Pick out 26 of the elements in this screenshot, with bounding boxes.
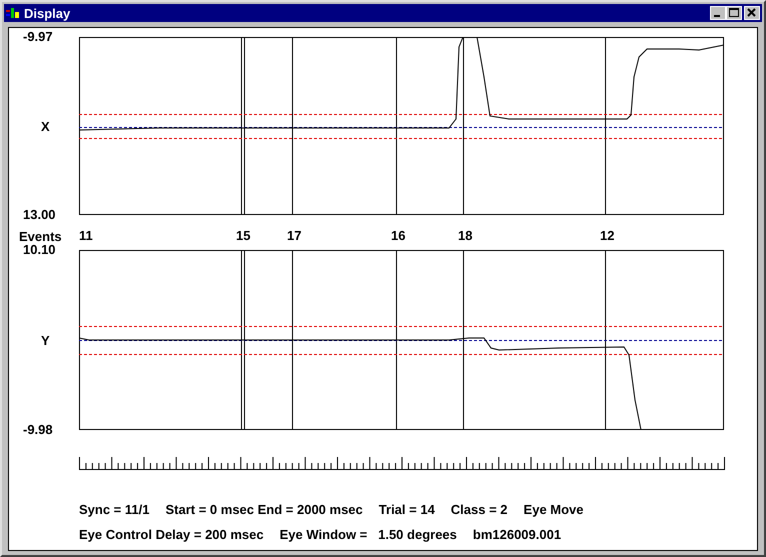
axis-top-value: -9.97 (22, 30, 54, 44)
axis-bottom-value: 13.00 (22, 208, 57, 222)
event-marker-label: 16 (391, 228, 406, 244)
app-icon (6, 7, 20, 19)
event-marker-label: 15 (236, 228, 250, 244)
minimize-icon[interactable] (710, 6, 726, 20)
events-label: Events (19, 228, 63, 244)
info-text: Start = 0 msec End = 2000 msec (165, 502, 363, 517)
info-text: Class = 2 (450, 502, 508, 517)
event-marker-label: 18 (458, 228, 472, 244)
event-marker-label: 17 (287, 228, 302, 244)
axis-label: Y (40, 332, 51, 348)
info-text: Eye Window = 1.50 degrees (280, 527, 457, 542)
info-text: Eye Move (524, 502, 584, 517)
info-text: bm126009.001 (472, 527, 562, 542)
info-text: Trial = 14 (378, 502, 435, 517)
axis-bottom-value: -9.98 (22, 423, 54, 437)
info-text: Eye Control Delay = 200 msec (79, 527, 264, 542)
axis-label: X (40, 118, 51, 134)
window-title: Display (24, 6, 70, 20)
event-marker-label: 12 (600, 228, 614, 244)
close-icon[interactable] (744, 6, 760, 20)
maximize-icon[interactable] (726, 6, 742, 20)
axis-top-value: 10.10 (22, 243, 57, 257)
event-marker-label: 11 (79, 228, 93, 244)
info-text: Sync = 11/1 (79, 502, 150, 517)
